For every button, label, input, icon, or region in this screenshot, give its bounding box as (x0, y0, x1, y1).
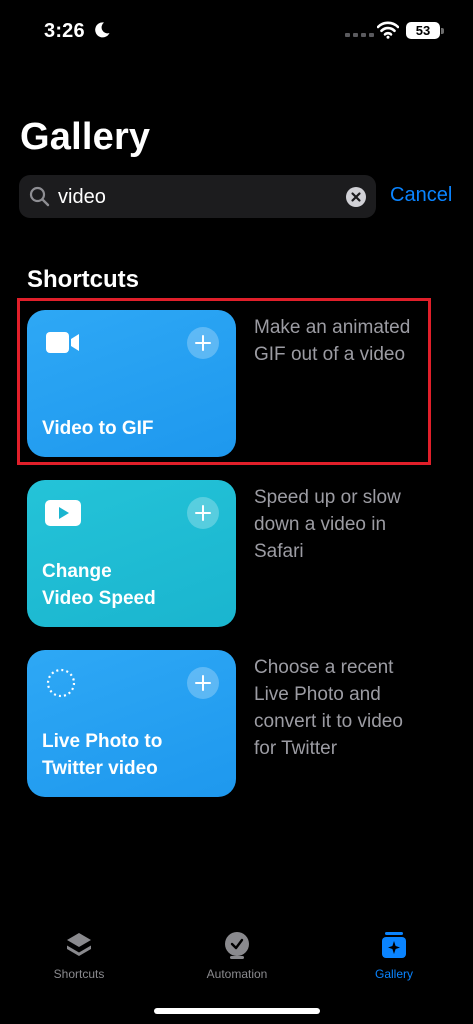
moon-icon (95, 22, 110, 38)
live-photo-icon (46, 668, 76, 698)
shortcut-card-label: Change Video Speed (42, 561, 156, 609)
add-shortcut-button[interactable] (187, 497, 219, 529)
search-icon (29, 186, 50, 207)
tab-label: Shortcuts (53, 967, 105, 981)
tab-label: Automation (206, 967, 268, 981)
wifi-icon (377, 21, 399, 39)
page-title: Gallery (20, 116, 151, 158)
shortcut-card-change-video-speed[interactable]: Change Video Speed (27, 480, 236, 627)
layers-icon (67, 933, 91, 956)
play-icon (45, 500, 81, 526)
gallery-icon (382, 932, 406, 958)
home-indicator (154, 1008, 320, 1014)
shortcut-card-label: Live Photo to Twitter video (42, 731, 163, 779)
tab-gallery[interactable]: Gallery (334, 920, 454, 981)
shortcut-description: Choose a recent Live Photo and convert i… (254, 657, 403, 759)
shortcut-description: Speed up or slow down a video in Safari (254, 487, 401, 562)
status-bar: 3:26 53 (0, 0, 473, 60)
clock-icon (225, 932, 249, 959)
clear-search-icon[interactable] (346, 187, 366, 207)
battery-cap (441, 28, 444, 34)
section-title: Shortcuts (27, 266, 140, 293)
highlight-box (17, 298, 431, 465)
cancel-button[interactable]: Cancel (390, 184, 452, 207)
cellular-signal-icon (345, 33, 374, 37)
tab-shortcuts[interactable]: Shortcuts (19, 920, 139, 981)
tab-automation[interactable]: Automation (177, 920, 297, 981)
search-input[interactable]: video (58, 186, 106, 209)
add-shortcut-button[interactable] (187, 667, 219, 699)
battery-indicator: 53 (406, 22, 440, 39)
status-time: 3:26 (44, 20, 85, 42)
shortcut-card-live-photo-to-twitter-video[interactable]: Live Photo to Twitter video (27, 650, 236, 797)
tab-label: Gallery (374, 967, 413, 981)
search-field[interactable]: video (19, 175, 376, 218)
